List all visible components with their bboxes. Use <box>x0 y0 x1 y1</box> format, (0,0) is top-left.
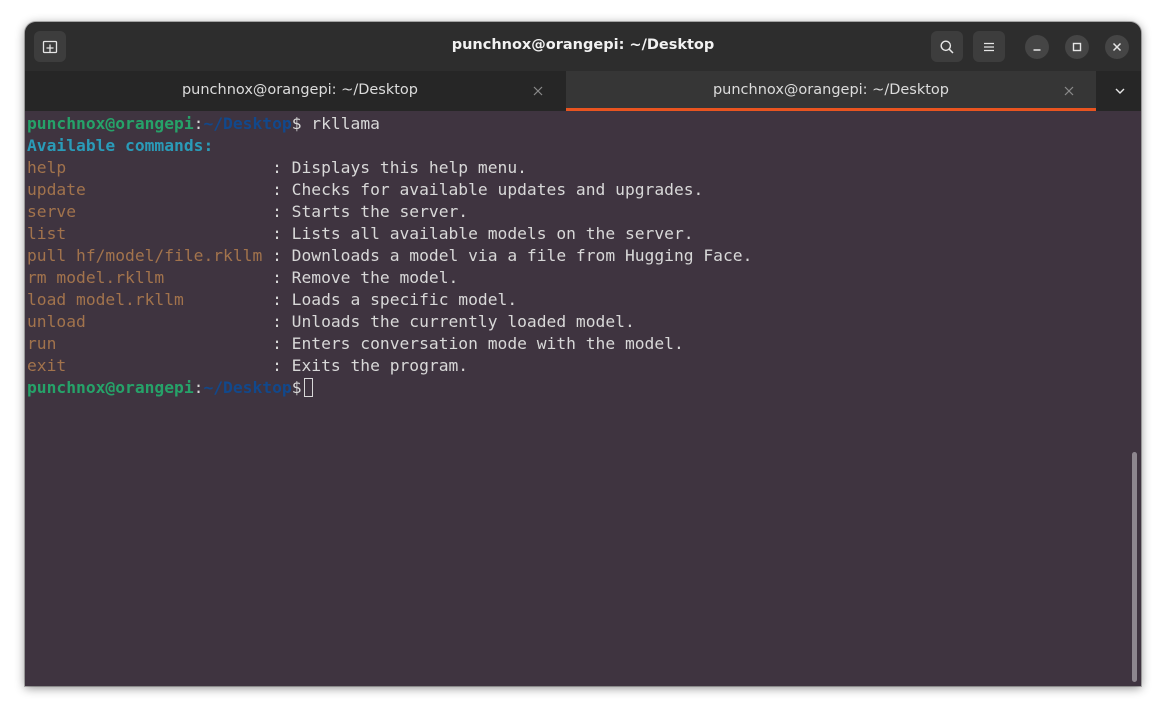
command-row: serve : Starts the server. <box>27 201 1141 223</box>
command-description: : Remove the model. <box>272 268 459 287</box>
command-name: serve <box>27 202 273 221</box>
command-name: load model.rkllm <box>27 290 273 309</box>
prompt-path: ~/Desktop <box>203 114 292 133</box>
prompt-user: punchnox@orangepi <box>27 114 194 133</box>
commands-heading: Available commands: <box>27 136 214 155</box>
command-row: load model.rkllm : Loads a specific mode… <box>27 289 1141 311</box>
close-icon <box>1064 86 1074 96</box>
command-name: run <box>27 334 273 353</box>
prompt-symbol: $ <box>291 378 302 397</box>
command-row: run : Enters conversation mode with the … <box>27 333 1141 355</box>
maximize-button[interactable] <box>1065 35 1089 59</box>
command-description: : Downloads a model via a file from Hugg… <box>272 246 753 265</box>
command-name: unload <box>27 312 273 331</box>
command-description: : Enters conversation mode with the mode… <box>272 334 684 353</box>
command-description: : Unloads the currently loaded model. <box>272 312 635 331</box>
command-description: : Loads a specific model. <box>272 290 518 309</box>
maximize-icon <box>1072 42 1082 52</box>
tab-label: punchnox@orangepi: ~/Desktop <box>181 82 419 98</box>
search-icon <box>940 40 954 54</box>
menu-button[interactable] <box>973 31 1005 62</box>
tab-label: punchnox@orangepi: ~/Desktop <box>712 82 950 98</box>
terminal-output[interactable]: punchnox@orangepi:~/Desktop$ rkllama Ava… <box>27 113 1141 686</box>
minimize-button[interactable] <box>1025 35 1049 59</box>
command-description: : Checks for available updates and upgra… <box>272 180 704 199</box>
command-input: rkllama <box>301 114 380 133</box>
command-name: exit <box>27 356 273 375</box>
command-description: : Starts the server. <box>272 202 469 221</box>
tab-1[interactable]: punchnox@orangepi: ~/Desktop <box>35 71 565 111</box>
search-button[interactable] <box>931 31 963 62</box>
command-row: help : Displays this help menu. <box>27 157 1141 179</box>
command-description: : Exits the program. <box>272 356 469 375</box>
command-row: unload : Unloads the currently loaded mo… <box>27 311 1141 333</box>
command-description: : Lists all available models on the serv… <box>272 224 694 243</box>
command-row: update : Checks for available updates an… <box>27 179 1141 201</box>
close-icon <box>1112 42 1122 52</box>
prompt-colon: : <box>193 378 204 397</box>
command-row: exit : Exits the program. <box>27 355 1141 377</box>
command-name: list <box>27 224 273 243</box>
new-tab-icon <box>42 40 58 53</box>
prompt-path: ~/Desktop <box>203 378 292 397</box>
command-description: : Displays this help menu. <box>272 158 527 177</box>
command-row: pull hf/model/file.rkllm : Downloads a m… <box>27 245 1141 267</box>
command-name: pull hf/model/file.rkllm <box>27 246 273 265</box>
new-tab-button[interactable] <box>34 31 66 62</box>
scrollbar-thumb[interactable] <box>1132 452 1137 682</box>
close-button[interactable] <box>1105 35 1129 59</box>
tab-bar: punchnox@orangepi: ~/Desktop punchnox@or… <box>25 71 1141 111</box>
terminal-window: punchnox@orangepi: ~/Desktop punchnox@or… <box>25 22 1141 686</box>
command-name: rm model.rkllm <box>27 268 273 287</box>
command-row: rm model.rkllm : Remove the model. <box>27 267 1141 289</box>
active-tab-indicator <box>566 108 1096 111</box>
prompt-user: punchnox@orangepi <box>27 378 194 397</box>
close-icon <box>533 86 543 96</box>
prompt-line: punchnox@orangepi:~/Desktop$ <box>27 377 1141 399</box>
title-bar: punchnox@orangepi: ~/Desktop <box>25 22 1141 71</box>
command-name: update <box>27 180 273 199</box>
text-cursor <box>303 378 313 397</box>
command-row: list : Lists all available models on the… <box>27 223 1141 245</box>
hamburger-menu-icon <box>984 42 994 51</box>
tab-list-button[interactable] <box>1113 84 1127 98</box>
tab-2[interactable]: punchnox@orangepi: ~/Desktop <box>566 71 1096 111</box>
prompt-colon: : <box>193 114 204 133</box>
tab-close-button[interactable] <box>531 84 545 98</box>
command-name: help <box>27 158 273 177</box>
prompt-line: punchnox@orangepi:~/Desktop$ rkllama <box>27 113 1141 135</box>
chevron-down-icon <box>1115 88 1125 94</box>
prompt-symbol: $ <box>291 114 302 133</box>
minimize-icon <box>1033 49 1041 51</box>
tab-close-button[interactable] <box>1062 84 1076 98</box>
